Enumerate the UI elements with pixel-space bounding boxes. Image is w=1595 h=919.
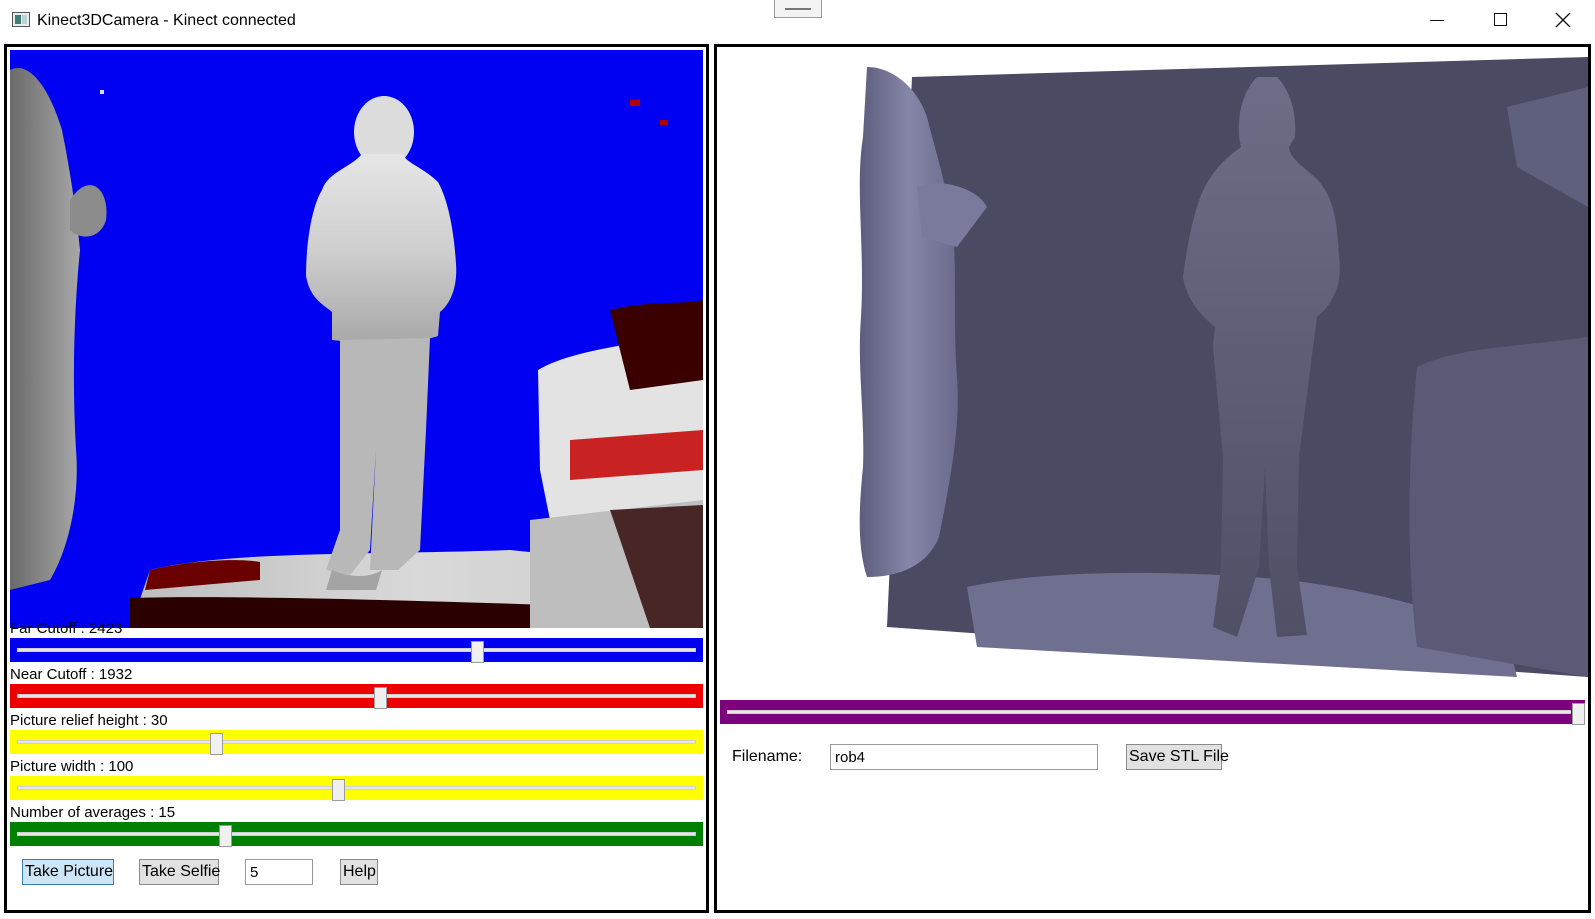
slider-thumb[interactable] <box>210 733 223 755</box>
slider-thumb[interactable] <box>219 825 232 847</box>
near-cutoff-slider[interactable] <box>10 684 703 709</box>
num-averages-slider[interactable] <box>10 822 703 847</box>
take-picture-button[interactable]: Take Picture <box>22 859 114 885</box>
far-cutoff-slider[interactable] <box>10 638 703 663</box>
slider-rail <box>17 648 696 652</box>
slider-thumb[interactable] <box>1572 703 1585 725</box>
model-preview-panel: Filename: Save STL File <box>714 44 1591 913</box>
slider-rail <box>17 832 696 836</box>
take-selfie-button[interactable]: Take Selfie <box>139 859 220 885</box>
minimize-button[interactable] <box>1406 0 1468 40</box>
slider-thumb[interactable] <box>471 641 484 663</box>
slider-thumb[interactable] <box>332 779 345 801</box>
rotation-slider[interactable] <box>720 700 1585 725</box>
relief-height-label: Picture relief height : 30 <box>10 712 168 729</box>
window-title: Kinect3DCamera - Kinect connected <box>37 12 296 29</box>
filename-input[interactable] <box>830 744 1098 770</box>
depth-control-panel: Far Cutoff : 2423 Near Cutoff : 1932 Pic… <box>4 44 709 913</box>
selfie-delay-input[interactable] <box>245 859 313 885</box>
slider-rail <box>727 710 1571 714</box>
drag-grip-icon[interactable] <box>774 0 822 18</box>
close-icon <box>1555 12 1571 28</box>
slider-rail <box>17 740 696 744</box>
near-cutoff-label: Near Cutoff : 1932 <box>10 666 133 683</box>
slider-rail <box>17 694 696 698</box>
stl-model-render <box>859 57 1588 677</box>
help-button[interactable]: Help <box>340 859 378 885</box>
slider-thumb[interactable] <box>374 687 387 709</box>
depth-image-view <box>10 50 703 628</box>
save-stl-button[interactable]: Save STL File <box>1126 744 1229 770</box>
maximize-icon <box>1494 13 1507 26</box>
minimize-icon <box>1430 20 1444 21</box>
picture-width-slider[interactable] <box>10 776 703 801</box>
depth-image <box>10 50 703 628</box>
num-averages-label: Number of averages : 15 <box>10 804 176 821</box>
close-button[interactable] <box>1532 0 1594 40</box>
relief-height-slider[interactable] <box>10 730 703 755</box>
stl-model-view[interactable] <box>717 47 1588 697</box>
slider-rail <box>17 786 696 790</box>
title-bar: Kinect3DCamera - Kinect connected <box>0 0 1595 42</box>
picture-width-label: Picture width : 100 <box>10 758 134 775</box>
filename-label: Filename: <box>732 748 803 765</box>
app-icon <box>12 12 30 27</box>
far-cutoff-label: Far Cutoff : 2423 <box>10 620 123 637</box>
maximize-button[interactable] <box>1470 0 1532 40</box>
